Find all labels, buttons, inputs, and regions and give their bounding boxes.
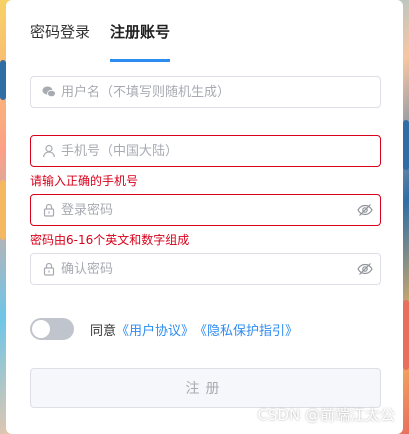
wechat-icon [41, 84, 57, 100]
register-button[interactable]: 注册 [30, 368, 381, 408]
register-card: 密码登录 注册账号 请输入正确的手机号 [6, 0, 403, 434]
user-agreement-link[interactable]: 《用户协议》 [116, 320, 194, 339]
agreement-toggle[interactable] [30, 318, 74, 340]
background-decoration [403, 300, 409, 370]
username-input[interactable] [61, 78, 380, 106]
csdn-watermark: CSDN @前端江太公 [257, 406, 395, 424]
tab-password-login[interactable]: 密码登录 [30, 20, 90, 62]
phone-input[interactable] [61, 137, 380, 165]
background-decoration [403, 120, 409, 170]
eye-off-icon[interactable] [350, 254, 380, 284]
user-icon [41, 143, 57, 159]
lock-icon [41, 202, 57, 218]
agreement-row: 同意 《用户协议》 《隐私保护指引》 [30, 318, 298, 340]
password-field[interactable] [30, 194, 381, 226]
confirm-password-input[interactable] [61, 255, 350, 283]
toggle-knob [32, 320, 50, 338]
password-input[interactable] [61, 196, 350, 224]
auth-tabs: 密码登录 注册账号 [30, 20, 171, 62]
tab-register[interactable]: 注册账号 [110, 20, 171, 62]
password-error-message: 密码由6-16个英文和数字组成 [30, 233, 190, 247]
privacy-policy-link[interactable]: 《隐私保护指引》 [194, 320, 298, 339]
username-field[interactable] [30, 76, 381, 108]
confirm-password-field[interactable] [30, 253, 381, 285]
agreement-prefix: 同意 [90, 323, 117, 339]
lock-icon [41, 261, 57, 277]
phone-field[interactable] [30, 135, 381, 167]
phone-error-message: 请输入正确的手机号 [30, 174, 139, 188]
eye-off-icon[interactable] [350, 195, 380, 225]
